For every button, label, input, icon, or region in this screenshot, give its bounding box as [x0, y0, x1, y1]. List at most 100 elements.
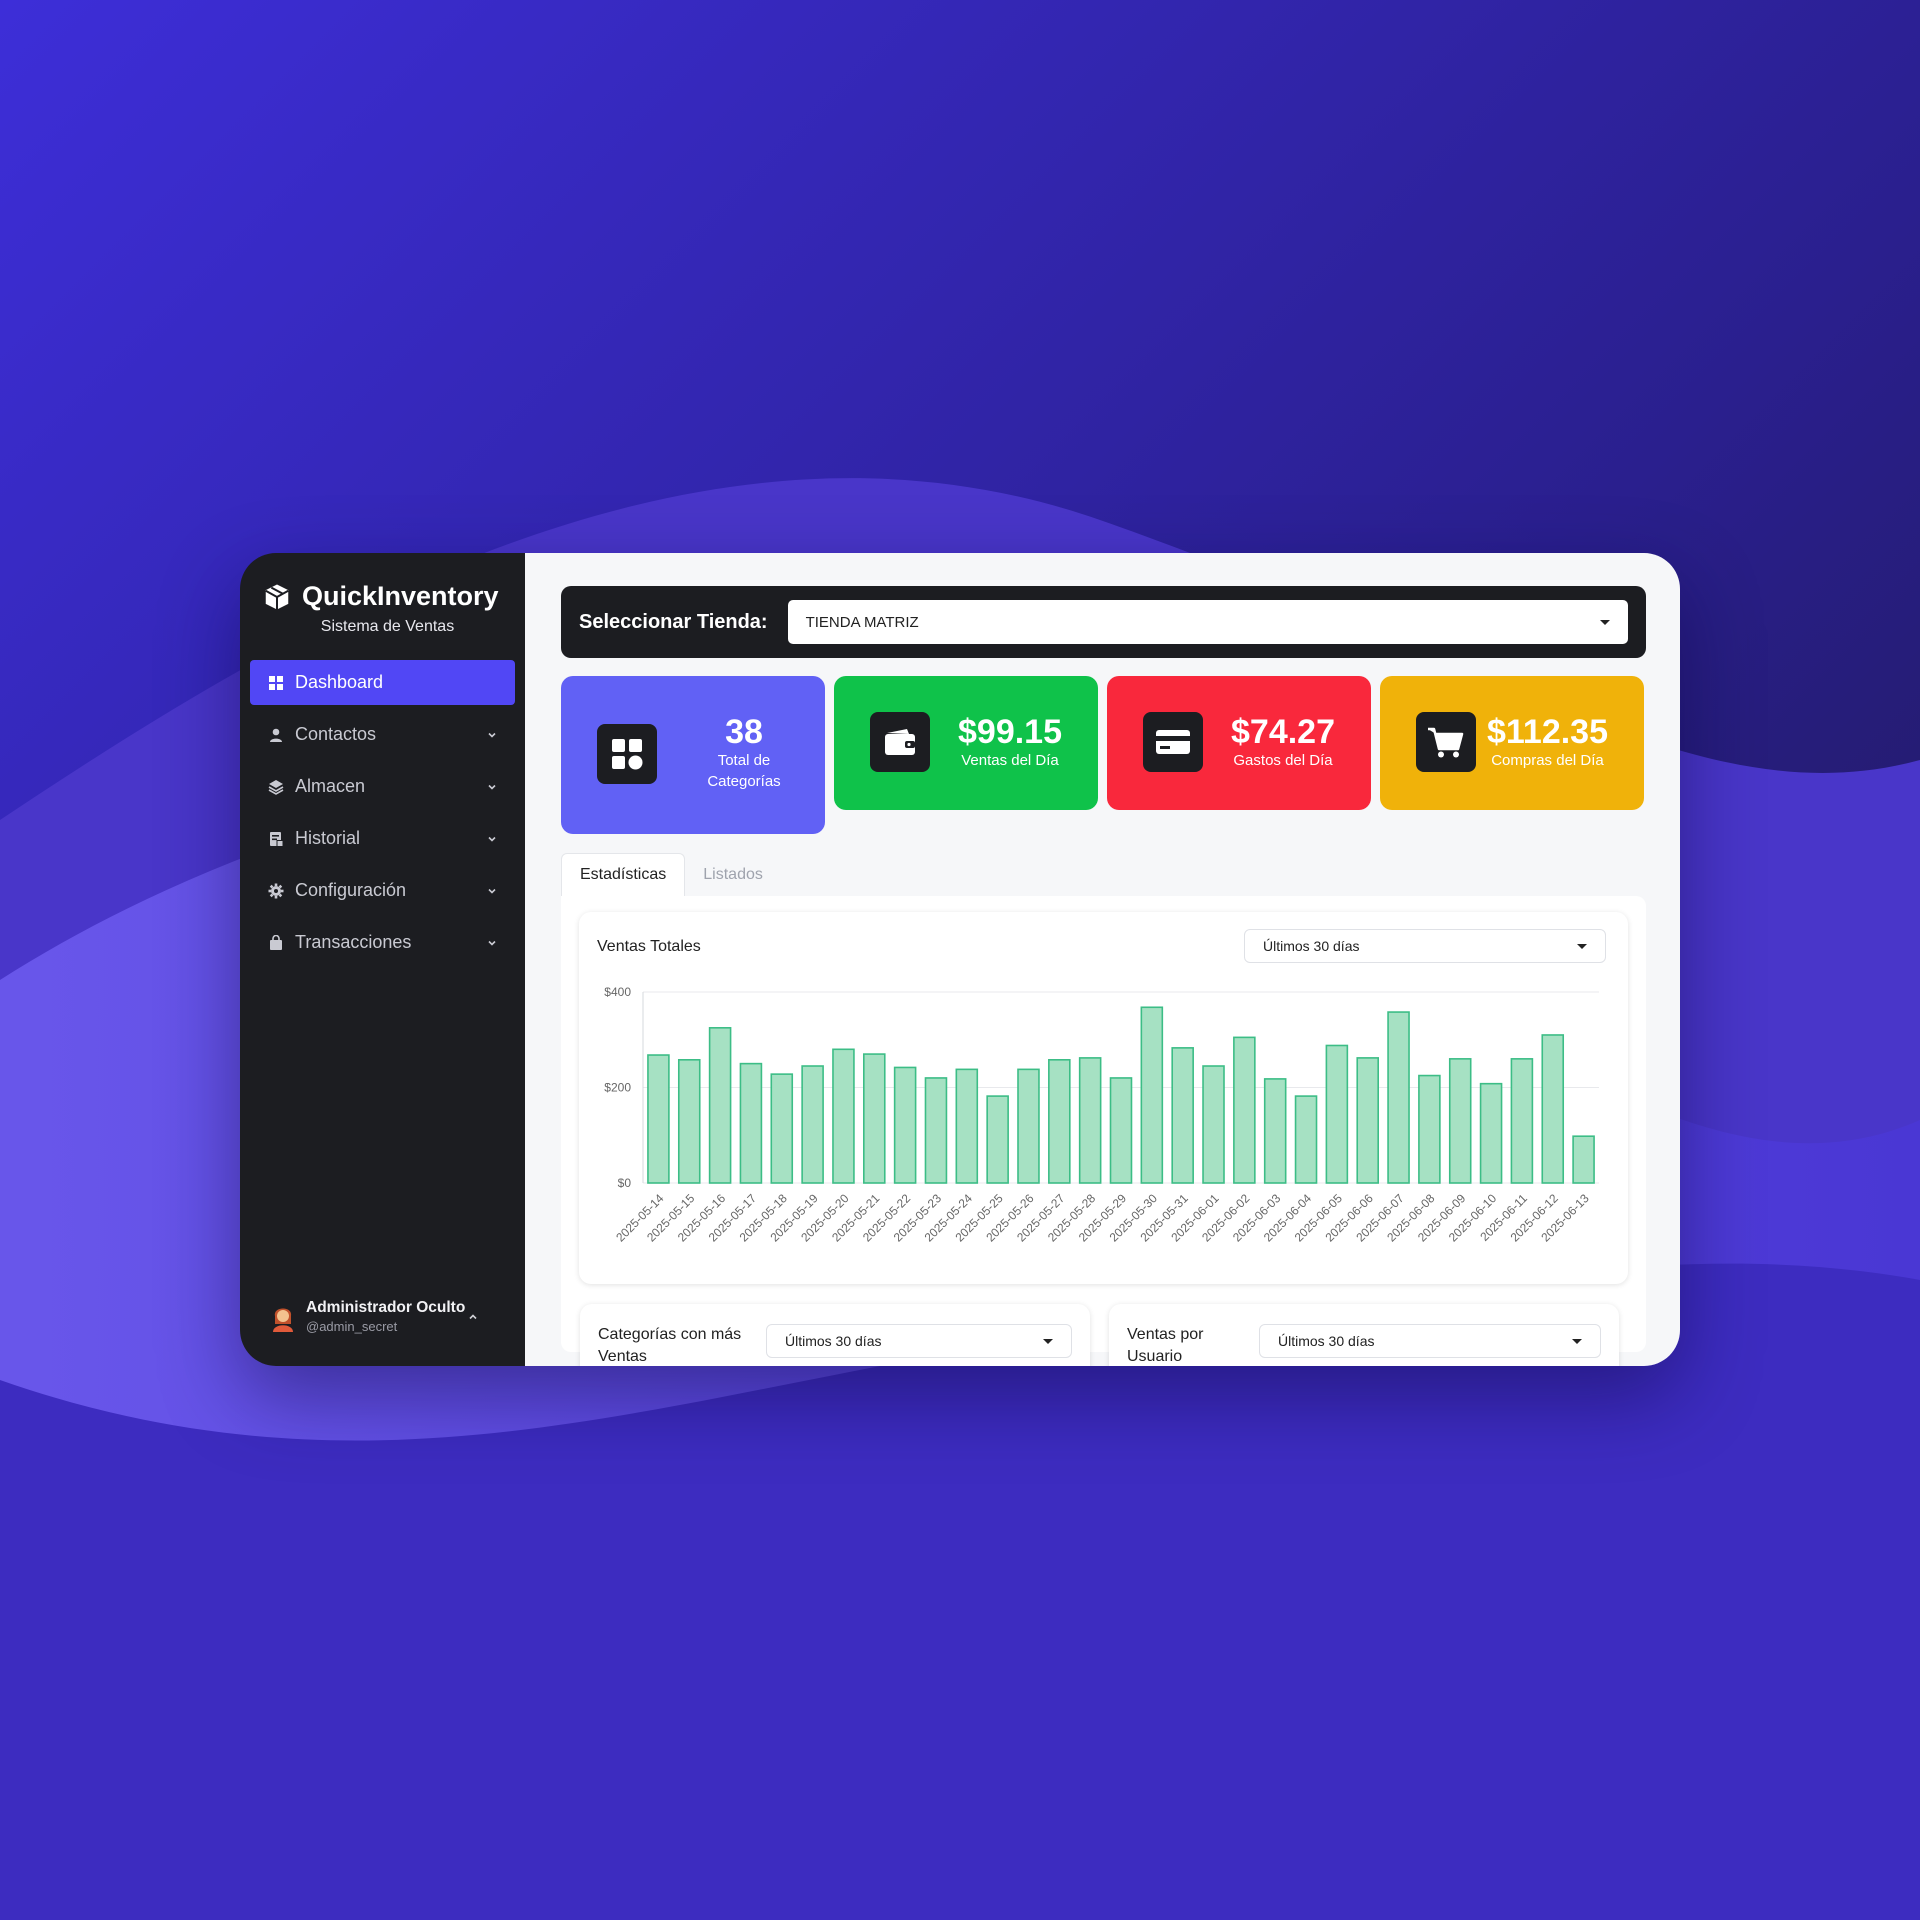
sales-chart-card: Ventas Totales Últimos 30 días $0 $200 $40… [579, 912, 1628, 1284]
bar [1233, 1036, 1256, 1184]
sidebar-item-label: Transacciones [295, 932, 412, 952]
chevron-up-icon[interactable] [467, 1312, 479, 1322]
bar [770, 1073, 794, 1184]
users-title: Ventas por Usuario [1127, 1326, 1204, 1365]
bar [1356, 1057, 1379, 1184]
user-menu[interactable]: Administrador Oculto @admin_secret [270, 1299, 465, 1334]
bar [708, 1027, 732, 1184]
store-select[interactable]: TIENDA MATRIZ [787, 600, 1628, 644]
bar [1418, 1074, 1441, 1184]
app-title: QuickInventory [302, 581, 499, 611]
sidebar-item-configuracion[interactable]: Configuración [250, 868, 515, 913]
tab-bar: Estadísticas Listados [561, 850, 1646, 896]
caret-down-icon [1572, 1338, 1582, 1344]
store-selector-bar: Seleccionar Tienda: TIENDA MATRIZ [561, 586, 1646, 658]
tab-estadisticas[interactable]: Estadísticas [561, 853, 686, 896]
bar [986, 1095, 1009, 1184]
stat-label: Gastos del Día [1233, 752, 1333, 769]
bar [677, 1059, 701, 1184]
sidebar-item-transacciones[interactable]: Transacciones [250, 920, 515, 965]
stat-card-purchases: $112.35 Compras del Día [1380, 676, 1644, 810]
range-select-value: Últimos 30 días [1278, 1333, 1375, 1349]
cube-icon [265, 584, 289, 609]
sales-bar-chart: $0$200$4002025-05-142025-05-152025-05-16… [604, 985, 1599, 1245]
avatar [273, 1308, 293, 1332]
bar [739, 1062, 763, 1184]
bar [1448, 1058, 1472, 1184]
bar [1109, 1077, 1133, 1184]
stat-value: $99.15 [958, 713, 1062, 751]
bar [863, 1053, 886, 1184]
bar [1202, 1065, 1225, 1184]
bar [1510, 1058, 1534, 1184]
sidebar-item-label: Historial [295, 828, 361, 848]
credit-card-icon [1143, 712, 1203, 772]
bar [1387, 1011, 1410, 1184]
bar [1017, 1068, 1040, 1184]
y-tick-label: $200 [604, 1081, 631, 1095]
store-select-value: TIENDA MATRIZ [805, 613, 919, 631]
grid-icon [268, 675, 284, 691]
bar [832, 1048, 855, 1184]
chart-title: Ventas Totales [597, 938, 701, 955]
bar [1078, 1057, 1102, 1184]
brand: QuickInventory [262, 581, 525, 612]
wallet-icon [870, 712, 930, 772]
user-name: Administrador Oculto [306, 1299, 466, 1316]
sidebar-item-contactos[interactable]: Contactos [250, 712, 515, 757]
store-label: Seleccionar Tienda: [579, 610, 768, 633]
chevron-down-icon [488, 888, 496, 894]
users-card: Ventas por Usuario Últimos 30 días [1109, 1304, 1619, 1366]
range-select-value: Últimos 30 días [1263, 938, 1360, 954]
app-subtitle: Sistema de Ventas [320, 618, 455, 635]
layers-icon [268, 779, 284, 795]
stat-card-expenses: $74.27 Gastos del Día [1107, 676, 1371, 810]
bar [1479, 1082, 1503, 1184]
caret-down-icon [1577, 943, 1587, 949]
main-content: Seleccionar Tienda: TIENDA MATRIZ 38 Tot… [525, 553, 1680, 1366]
caret-down-icon [1043, 1338, 1053, 1344]
sidebar-item-label: Almacen [295, 776, 366, 796]
bar [801, 1065, 824, 1184]
bar [1541, 1034, 1565, 1184]
bar [1171, 1047, 1194, 1184]
stat-cards: 38 Total de Categorías $99.15 Ventas del… [561, 676, 1646, 834]
bar [1572, 1135, 1595, 1184]
y-tick-label: $400 [604, 985, 631, 999]
tab-listados[interactable]: Listados [685, 854, 781, 896]
bar [1325, 1044, 1349, 1184]
bag-icon [268, 934, 284, 951]
chevron-down-icon [488, 784, 496, 790]
user-icon [268, 727, 284, 743]
bar [893, 1066, 917, 1184]
y-tick-label: $0 [618, 1176, 632, 1190]
chevron-down-icon [488, 940, 496, 946]
cart-icon [1416, 712, 1476, 772]
sidebar-item-almacen[interactable]: Almacen [250, 764, 515, 809]
bar [924, 1077, 948, 1184]
sidebar-nav: Dashboard Contactos Almacen Historial Co… [240, 660, 525, 965]
sales-range-select[interactable]: Últimos 30 días [1244, 929, 1606, 963]
sidebar-item-label: Configuración [295, 880, 407, 900]
categories-icon [597, 724, 657, 784]
stat-card-categories: 38 Total de Categorías [561, 676, 825, 834]
stat-value: $74.27 [1231, 713, 1335, 751]
sidebar-item-dashboard[interactable]: Dashboard [250, 660, 515, 705]
bar [1140, 1006, 1164, 1184]
stat-label: Compras del Día [1491, 752, 1604, 769]
stat-card-sales: $99.15 Ventas del Día [834, 676, 1098, 810]
categories-title: Categorías con más Ventas [598, 1326, 742, 1365]
bar [955, 1068, 979, 1184]
stat-label: Total de Categorías [707, 752, 781, 790]
sidebar-item-label: Contactos [295, 724, 377, 744]
users-range-select[interactable]: Últimos 30 días [1259, 1324, 1601, 1358]
user-handle: @admin_secret [306, 1319, 398, 1334]
chevron-down-icon [488, 836, 496, 842]
sidebar: QuickInventory Sistema de Ventas Dashboa… [240, 553, 525, 1366]
caret-down-icon [1600, 619, 1610, 625]
stat-label: Ventas del Día [961, 752, 1059, 769]
categories-range-select[interactable]: Últimos 30 días [766, 1324, 1072, 1358]
categories-card: Categorías con más Ventas Últimos 30 día… [580, 1304, 1090, 1366]
chevron-down-icon [488, 732, 496, 738]
sidebar-item-historial[interactable]: Historial [250, 816, 515, 861]
